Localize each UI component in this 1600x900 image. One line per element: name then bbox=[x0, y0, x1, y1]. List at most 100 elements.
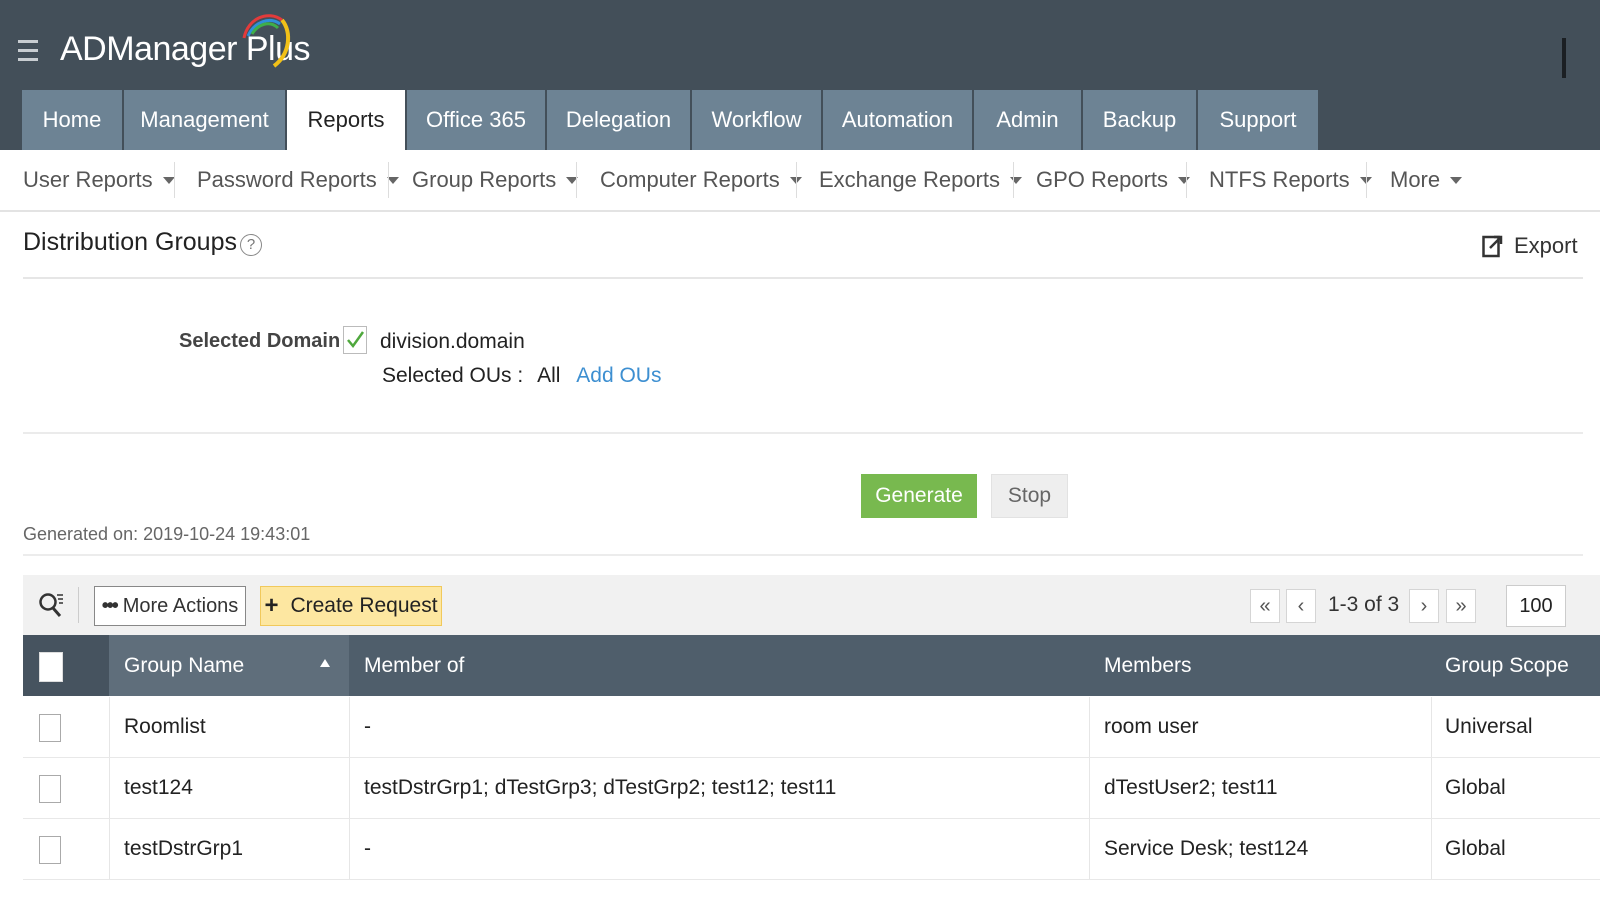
divider bbox=[1366, 162, 1367, 198]
main-tabs: Home Management Reports Office 365 Deleg… bbox=[22, 90, 1320, 150]
column-label: Group Name bbox=[124, 653, 245, 677]
window-edge bbox=[1562, 38, 1566, 78]
divider bbox=[23, 277, 1583, 279]
group-scope-cell: Global bbox=[1445, 837, 1506, 860]
check-icon bbox=[347, 331, 365, 349]
row-checkbox[interactable] bbox=[39, 836, 61, 864]
divider bbox=[1089, 819, 1090, 879]
domain-checkbox[interactable] bbox=[343, 326, 367, 354]
group-name-cell: test124 bbox=[124, 776, 193, 799]
selected-ous: Selected OUs : All Add OUs bbox=[382, 364, 661, 388]
row-checkbox[interactable] bbox=[39, 775, 61, 803]
subnav-label: User Reports bbox=[23, 167, 153, 192]
subnav-label: GPO Reports bbox=[1036, 167, 1169, 192]
divider bbox=[78, 587, 79, 623]
last-page-button[interactable]: » bbox=[1446, 589, 1476, 623]
tab-admin[interactable]: Admin bbox=[974, 90, 1081, 150]
table-row[interactable]: testDstrGrp1 - Service Desk; test124 Glo… bbox=[23, 819, 1600, 880]
tab-backup[interactable]: Backup bbox=[1083, 90, 1196, 150]
prev-page-button[interactable]: ‹ bbox=[1286, 589, 1316, 623]
tab-automation[interactable]: Automation bbox=[823, 90, 972, 150]
subnav-more[interactable]: More bbox=[1390, 150, 1463, 210]
table-row[interactable]: test124 testDstrGrp1; dTestGrp3; dTestGr… bbox=[23, 758, 1600, 819]
top-bar: ADManager Plus Home Management Reports O… bbox=[0, 0, 1600, 150]
subnav-computer-reports[interactable]: Computer Reports bbox=[600, 150, 802, 210]
tab-management[interactable]: Management bbox=[124, 90, 285, 150]
more-actions-label: More Actions bbox=[122, 594, 239, 617]
help-icon[interactable]: ? bbox=[240, 234, 262, 256]
create-request-label: Create Request bbox=[290, 594, 438, 617]
divider bbox=[349, 758, 350, 818]
subnav-password-reports[interactable]: Password Reports bbox=[197, 150, 399, 210]
members-cell: Service Desk; test124 bbox=[1104, 837, 1309, 860]
subnav-user-reports[interactable]: User Reports bbox=[23, 150, 175, 210]
divider bbox=[349, 697, 350, 757]
add-ous-link[interactable]: Add OUs bbox=[576, 364, 661, 387]
stop-button[interactable]: Stop bbox=[991, 474, 1068, 518]
subnav-label: More bbox=[1390, 167, 1441, 192]
tab-reports[interactable]: Reports bbox=[287, 90, 405, 150]
member-of-cell: testDstrGrp1; dTestGrp3; dTestGrp2; test… bbox=[364, 776, 837, 799]
table-row[interactable]: Roomlist - room user Universal bbox=[23, 697, 1600, 758]
selected-ous-value: All bbox=[537, 364, 561, 387]
search-icon[interactable] bbox=[37, 590, 65, 620]
chevron-down-icon bbox=[1010, 176, 1022, 184]
table-header: Group Name Member of Members Group Scope bbox=[23, 635, 1600, 696]
generate-button[interactable]: Generate bbox=[861, 474, 977, 518]
divider bbox=[388, 162, 389, 198]
divider bbox=[1186, 162, 1187, 198]
report-category-nav: User Reports Password Reports Group Repo… bbox=[0, 150, 1600, 212]
first-page-button[interactable]: « bbox=[1250, 589, 1280, 623]
next-page-button[interactable]: › bbox=[1409, 589, 1439, 623]
group-scope-cell: Universal bbox=[1445, 715, 1533, 738]
more-actions-button[interactable]: ••• More Actions bbox=[94, 586, 246, 626]
tab-delegation[interactable]: Delegation bbox=[547, 90, 690, 150]
divider bbox=[174, 162, 175, 198]
hamburger-menu-icon[interactable] bbox=[18, 40, 38, 62]
tab-workflow[interactable]: Workflow bbox=[692, 90, 821, 150]
column-header-member-of[interactable]: Member of bbox=[364, 635, 464, 696]
divider bbox=[1431, 697, 1432, 757]
subnav-label: NTFS Reports bbox=[1209, 167, 1350, 192]
selected-domain-label: Selected Domain bbox=[179, 330, 341, 352]
divider bbox=[109, 758, 110, 818]
divider bbox=[1431, 758, 1432, 818]
divider bbox=[1431, 819, 1432, 879]
page-range: 1-3 of 3 bbox=[1328, 593, 1400, 616]
subnav-gpo-reports[interactable]: GPO Reports bbox=[1036, 150, 1191, 210]
row-checkbox[interactable] bbox=[39, 714, 61, 742]
subnav-label: Exchange Reports bbox=[819, 167, 1000, 192]
divider bbox=[23, 432, 1583, 434]
export-button[interactable]: Export bbox=[1482, 233, 1578, 259]
tab-support[interactable]: Support bbox=[1198, 90, 1318, 150]
subnav-exchange-reports[interactable]: Exchange Reports bbox=[819, 150, 1022, 210]
generated-on-text: Generated on: 2019-10-24 19:43:01 bbox=[23, 524, 311, 544]
create-request-button[interactable]: + Create Request bbox=[260, 586, 442, 626]
plus-icon: + bbox=[264, 592, 279, 619]
members-cell: room user bbox=[1104, 715, 1199, 738]
subnav-ntfs-reports[interactable]: NTFS Reports bbox=[1209, 150, 1372, 210]
divider bbox=[109, 697, 110, 757]
page-size-select[interactable]: 100 bbox=[1506, 585, 1566, 627]
member-of-cell: - bbox=[364, 715, 371, 738]
divider bbox=[1089, 697, 1090, 757]
divider bbox=[23, 554, 1583, 556]
logo-swirl-icon bbox=[242, 14, 291, 68]
subnav-label: Group Reports bbox=[412, 167, 557, 192]
divider bbox=[576, 162, 577, 198]
subnav-label: Password Reports bbox=[197, 167, 377, 192]
column-header-members[interactable]: Members bbox=[1104, 635, 1192, 696]
column-header-group-scope[interactable]: Group Scope bbox=[1445, 635, 1569, 696]
tab-office-365[interactable]: Office 365 bbox=[407, 90, 545, 150]
export-label: Export bbox=[1514, 233, 1578, 258]
subnav-group-reports[interactable]: Group Reports bbox=[412, 150, 579, 210]
member-of-cell: - bbox=[364, 837, 371, 860]
header-checkbox-cell bbox=[23, 635, 109, 696]
divider bbox=[109, 819, 110, 879]
divider bbox=[349, 819, 350, 879]
divider bbox=[1013, 162, 1014, 198]
chevron-down-icon bbox=[162, 176, 175, 184]
tab-home[interactable]: Home bbox=[22, 90, 122, 150]
select-all-checkbox[interactable] bbox=[39, 652, 63, 682]
column-header-group-name[interactable]: Group Name bbox=[109, 635, 349, 696]
